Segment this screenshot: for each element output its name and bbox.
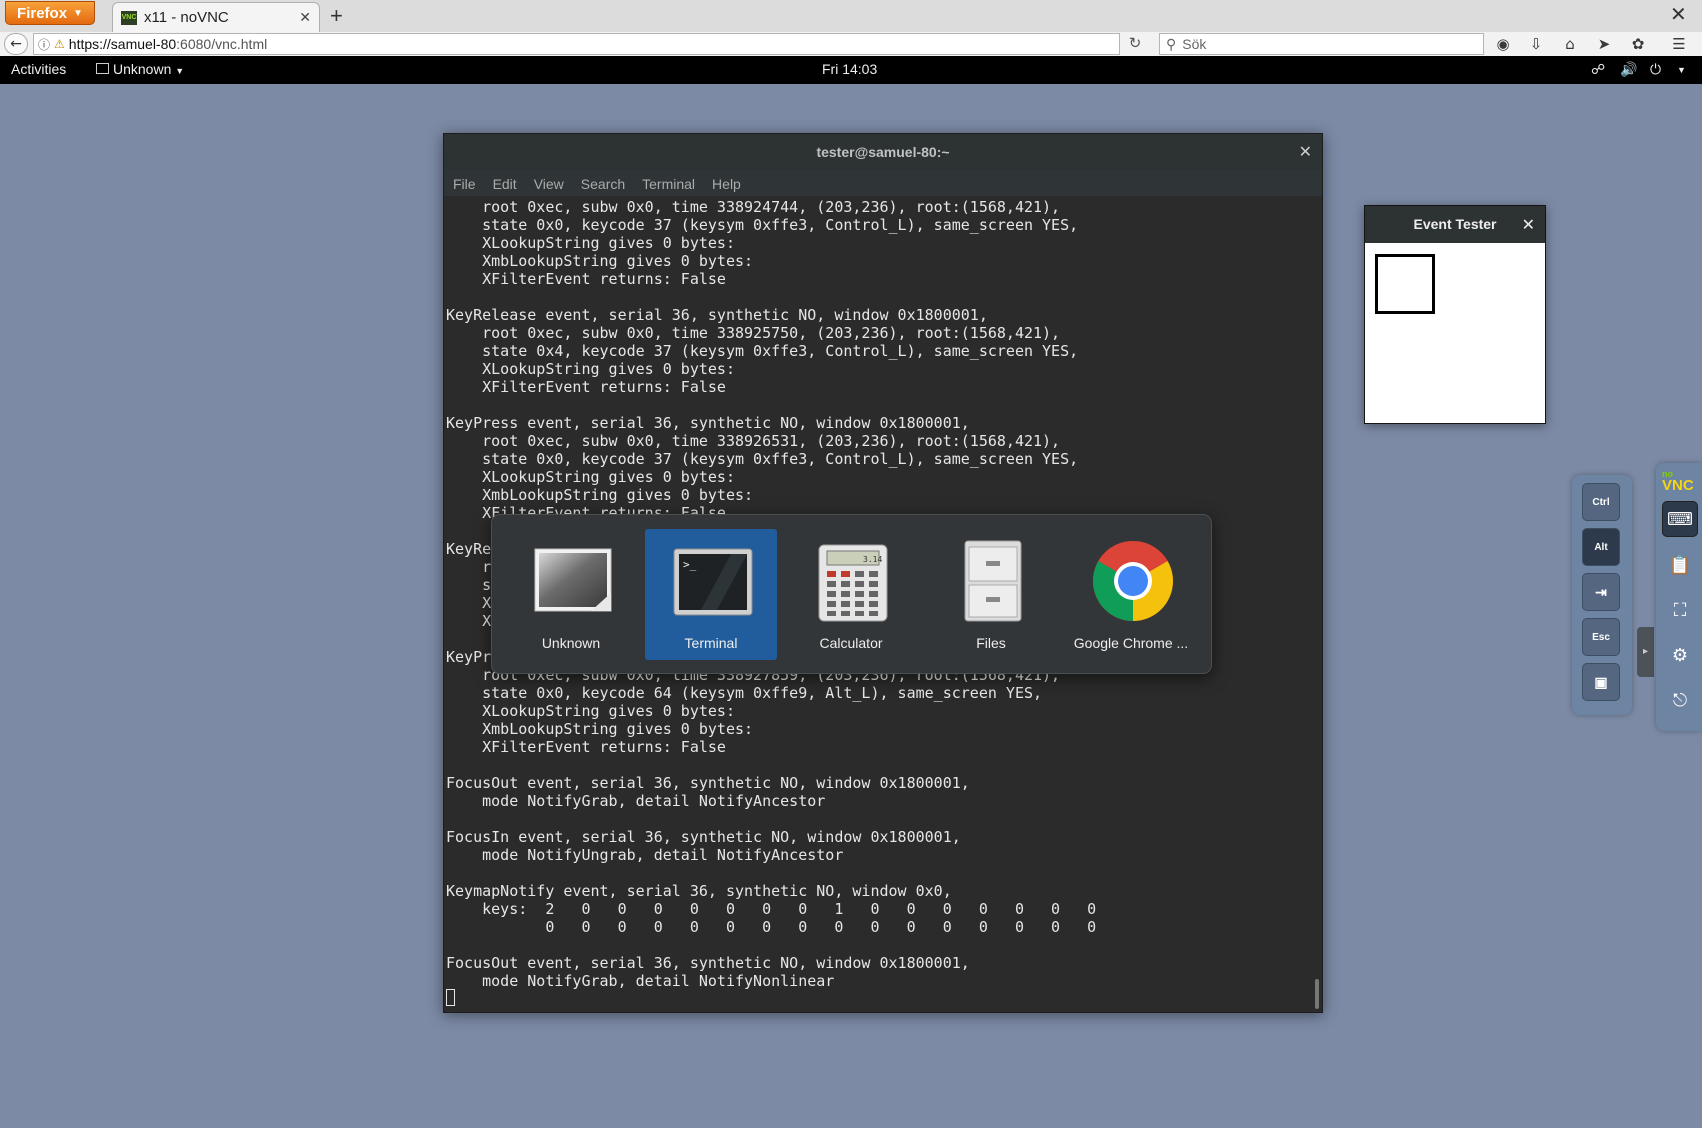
files-cabinet-icon bbox=[964, 540, 1022, 622]
svg-text:>_: >_ bbox=[683, 558, 697, 571]
close-window-icon[interactable]: ✕ bbox=[1670, 2, 1687, 27]
disconnect-icon[interactable]: ⎋ bbox=[1662, 682, 1698, 718]
switcher-label: Terminal bbox=[684, 635, 738, 651]
switcher-item-terminal[interactable]: >_ Terminal bbox=[645, 529, 777, 660]
menu-search[interactable]: Search bbox=[572, 170, 633, 196]
hamburger-menu-icon[interactable]: ☰ bbox=[1668, 34, 1690, 54]
url-bar[interactable]: ⓘ ⚠ https://samuel-80:6080/vnc.html bbox=[33, 33, 1120, 55]
event-tester-title: Event Tester bbox=[1413, 216, 1497, 232]
home-icon[interactable]: ⌂ bbox=[1559, 34, 1581, 54]
esc-key-button[interactable]: Esc bbox=[1582, 618, 1620, 656]
chevron-down-icon[interactable]: ▼ bbox=[1677, 65, 1686, 75]
switcher-label: Calculator bbox=[819, 635, 883, 651]
switcher-label: Files bbox=[976, 635, 1006, 651]
alt-key-button[interactable]: Alt bbox=[1582, 528, 1620, 566]
switcher-label: Google Chrome ... bbox=[1073, 635, 1189, 651]
terminal-menu-bar: File Edit View Search Terminal Help bbox=[444, 170, 1322, 196]
tab-title: x11 - noVNC bbox=[144, 9, 229, 26]
scrollbar-thumb[interactable] bbox=[1315, 979, 1319, 1009]
window-icon bbox=[96, 63, 109, 74]
keyboard-icon[interactable]: ⌨ bbox=[1662, 501, 1698, 537]
network-icon[interactable]: ☍ bbox=[1591, 61, 1605, 78]
generic-window-icon bbox=[534, 548, 612, 612]
send-icon[interactable]: ➤ bbox=[1593, 34, 1615, 54]
app-menu-label: Unknown bbox=[113, 61, 172, 77]
close-icon[interactable]: ✕ bbox=[1299, 142, 1312, 161]
terminal-icon: >_ bbox=[673, 548, 753, 616]
terminal-title: tester@samuel-80:~ bbox=[816, 144, 950, 160]
switcher-label: Unknown bbox=[541, 635, 601, 651]
ctrl-alt-del-icon[interactable]: ▣ bbox=[1582, 663, 1620, 701]
menu-view[interactable]: View bbox=[525, 170, 572, 196]
reload-icon[interactable]: ↻ bbox=[1124, 34, 1146, 54]
switcher-item-google-chrome[interactable]: Google Chrome ... bbox=[1065, 529, 1197, 660]
search-input[interactable]: ⚲ Sök bbox=[1159, 33, 1484, 55]
menu-terminal[interactable]: Terminal bbox=[633, 170, 703, 196]
browser-tab[interactable]: VNC x11 - noVNC ✕ bbox=[112, 2, 320, 32]
terminal-title-bar[interactable]: tester@samuel-80:~ bbox=[444, 134, 1322, 171]
novnc-logo-bottom: VNC bbox=[1662, 477, 1694, 494]
event-target-square[interactable] bbox=[1375, 254, 1435, 314]
calculator-icon: 3.14 bbox=[818, 544, 888, 622]
chrome-icon bbox=[1093, 541, 1173, 621]
menu-file[interactable]: File bbox=[444, 170, 484, 196]
novnc-logo: no VNC bbox=[1662, 468, 1694, 494]
svg-text:3.14: 3.14 bbox=[863, 555, 882, 564]
power-icon[interactable]: ⏻ bbox=[1650, 61, 1661, 78]
download-icon[interactable]: ⇩ bbox=[1525, 34, 1547, 54]
close-tab-icon[interactable]: ✕ bbox=[299, 9, 311, 26]
firefox-menu-label: Firefox bbox=[17, 4, 68, 22]
novnc-extra-keys-panel: Ctrl Alt ⇥ Esc ▣ bbox=[1572, 475, 1632, 715]
lock-warning-icon[interactable]: ⚠ bbox=[54, 37, 65, 51]
tab-key-icon[interactable]: ⇥ bbox=[1582, 573, 1620, 611]
url-host: https://samuel-80 bbox=[68, 36, 177, 52]
switcher-item-calculator[interactable]: 3.14 Calculator bbox=[785, 529, 917, 660]
activities-button[interactable]: Activities bbox=[11, 61, 66, 77]
terminal-cursor bbox=[446, 989, 455, 1006]
close-icon[interactable]: ✕ bbox=[1522, 206, 1535, 243]
firefox-menu-button[interactable]: Firefox ▼ bbox=[5, 1, 95, 25]
event-tester-window[interactable]: Event Tester ✕ bbox=[1364, 205, 1546, 424]
search-placeholder: Sök bbox=[1182, 36, 1207, 52]
ctrl-key-button[interactable]: Ctrl bbox=[1582, 483, 1620, 521]
settings-gear-icon[interactable]: ⚙ bbox=[1662, 637, 1698, 673]
url-path: :6080/vnc.html bbox=[176, 36, 268, 52]
terminal-scrollbar[interactable] bbox=[1312, 196, 1322, 1012]
gnome-top-bar: Activities Unknown ▼ Fri 14:03 ☍ 🔊 ⏻ ▼ bbox=[0, 56, 1702, 84]
chevron-down-icon: ▼ bbox=[175, 66, 185, 76]
app-menu[interactable]: Unknown ▼ bbox=[96, 61, 184, 77]
new-tab-button[interactable]: + bbox=[330, 4, 343, 28]
pocket-icon[interactable]: ◉ bbox=[1492, 34, 1514, 54]
addon-icon[interactable]: ✿ bbox=[1627, 34, 1649, 54]
clipboard-icon[interactable]: 📋 bbox=[1662, 547, 1698, 583]
vnc-favicon-icon: VNC bbox=[121, 10, 137, 25]
chevron-down-icon: ▼ bbox=[73, 7, 83, 19]
event-tester-title-bar[interactable]: Event Tester bbox=[1365, 206, 1545, 243]
volume-icon[interactable]: 🔊 bbox=[1620, 61, 1637, 78]
menu-edit[interactable]: Edit bbox=[484, 170, 525, 196]
info-icon[interactable]: ⓘ bbox=[38, 36, 50, 53]
fullscreen-icon[interactable]: ⛶ bbox=[1662, 592, 1698, 628]
clock[interactable]: Fri 14:03 bbox=[822, 61, 877, 77]
novnc-control-handle[interactable]: ▸ bbox=[1637, 627, 1654, 677]
switcher-item-unknown[interactable]: Unknown bbox=[505, 529, 637, 660]
app-switcher: Unknown >_ Terminal 3.14 Calculator File… bbox=[491, 514, 1212, 674]
back-arrow-icon[interactable]: ← bbox=[4, 33, 28, 55]
search-icon: ⚲ bbox=[1166, 35, 1177, 52]
switcher-item-files[interactable]: Files bbox=[925, 529, 1057, 660]
menu-help[interactable]: Help bbox=[703, 170, 749, 196]
